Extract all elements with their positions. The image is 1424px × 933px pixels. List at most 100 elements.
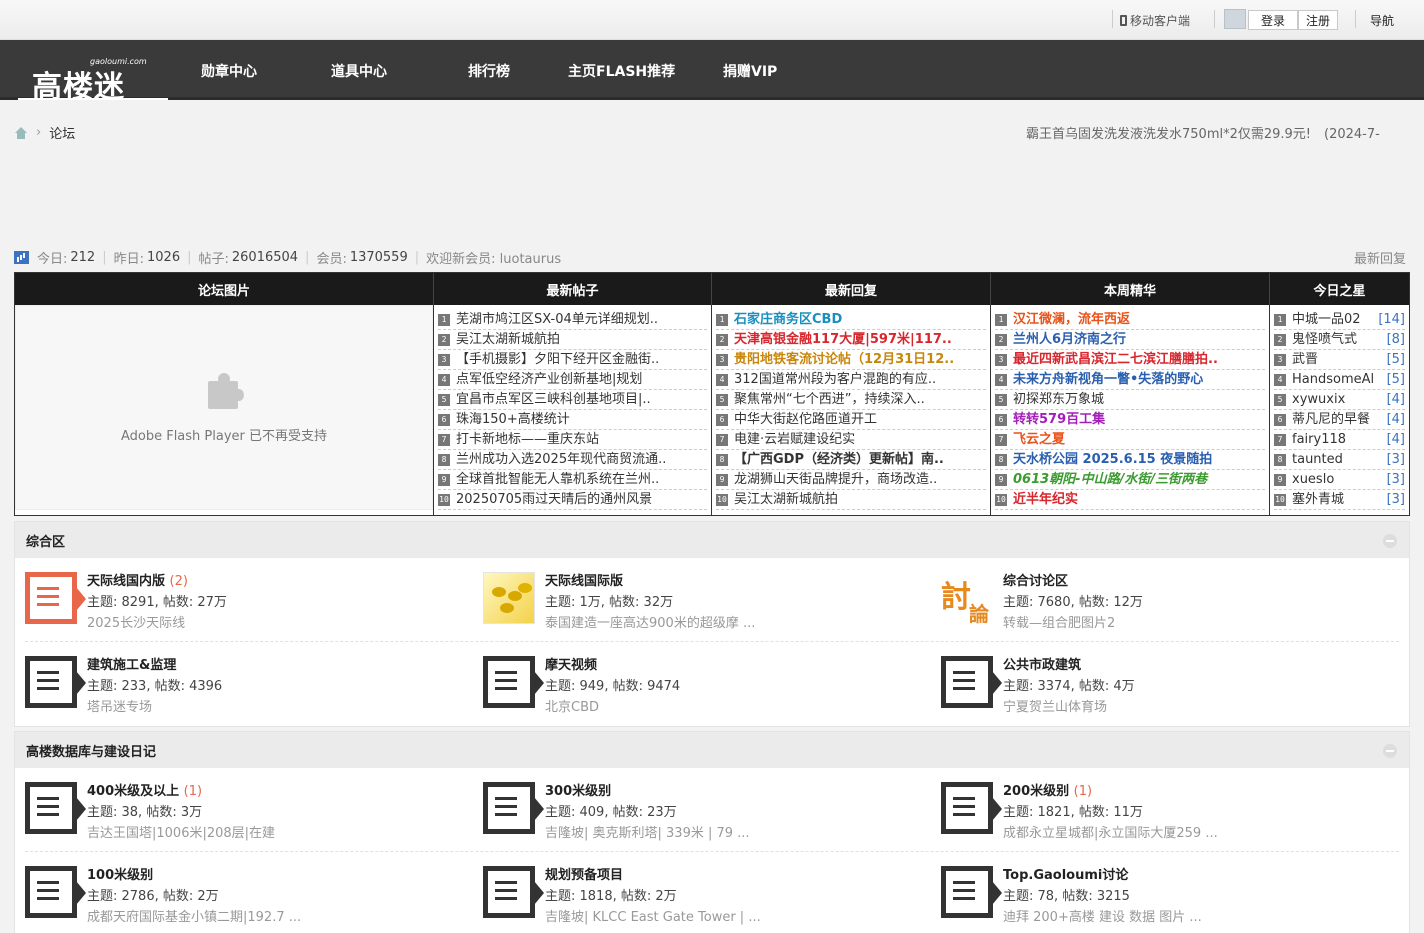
- star-username[interactable]: 武晋: [1292, 350, 1383, 369]
- header-latest-replies[interactable]: 最新回复: [712, 273, 991, 305]
- discussion-icon[interactable]: 討論: [941, 572, 993, 626]
- list-item[interactable]: 8 taunted [3]: [1274, 450, 1405, 470]
- nav-ranking[interactable]: 排行榜: [468, 61, 510, 81]
- forum-name-text[interactable]: 公共市政建筑: [1003, 658, 1081, 673]
- forum-name[interactable]: Top.Gaoloumi讨论: [1003, 866, 1202, 886]
- post-title[interactable]: 打卡新地标——重庆东站: [456, 430, 707, 449]
- list-item[interactable]: 7 电建·云岩赋建设纪实: [716, 430, 986, 450]
- digest-title[interactable]: 近半年纪实: [1013, 490, 1265, 509]
- list-item[interactable]: 4 HandsomeAl [5]: [1274, 370, 1405, 390]
- forum-last-post[interactable]: 转载—组合肥图片2: [1003, 613, 1143, 634]
- post-title[interactable]: 吴江太湖新城航拍: [456, 330, 707, 349]
- forum-last-post[interactable]: 吉隆坡| 奥克斯利塔| 339米 | 79 ...: [545, 823, 750, 844]
- guide-button[interactable]: 导航: [1370, 12, 1394, 29]
- forum-icon[interactable]: [941, 782, 1002, 834]
- forum-last-post[interactable]: 吉达王国塔|1006米|208层|在建: [87, 823, 275, 844]
- post-title[interactable]: 20250705雨过天晴后的通州风景: [456, 490, 707, 509]
- forum-name[interactable]: 天际线国内版 (2): [87, 572, 227, 592]
- list-item[interactable]: 7 打卡新地标——重庆东站: [438, 430, 707, 450]
- post-title[interactable]: 全球首批智能无人靠机系统在兰州..: [456, 470, 707, 489]
- list-item[interactable]: 7 飞云之夏: [995, 430, 1265, 450]
- reply-title[interactable]: 贵阳地铁客流讨论帖（12月31日12..: [734, 350, 986, 369]
- header-forum-images[interactable]: 论坛图片: [15, 273, 434, 305]
- forum-last-post[interactable]: 北京CBD: [545, 697, 680, 718]
- list-item[interactable]: 10 吴江太湖新城航拍: [716, 490, 986, 510]
- reply-title[interactable]: 【广西GDP（经济类）更新帖】南..: [734, 450, 986, 469]
- list-item[interactable]: 9 龙湖狮山天街品牌提升，商场改造..: [716, 470, 986, 490]
- star-username[interactable]: 塞外青城: [1292, 490, 1383, 509]
- forum-name-text[interactable]: 200米级别: [1003, 784, 1069, 799]
- forum-last-post[interactable]: 宁夏贺兰山体育场: [1003, 697, 1135, 718]
- forum-name-text[interactable]: 天际线国内版: [87, 574, 165, 589]
- reply-title[interactable]: 天津高银金融117大厦|597米|117..: [734, 330, 986, 349]
- star-username[interactable]: xywuxix: [1292, 390, 1383, 409]
- group-header[interactable]: 综合区: [15, 522, 1409, 558]
- list-item[interactable]: 6 中华大街赵佗路匝道开工: [716, 410, 986, 430]
- forum-icon[interactable]: [25, 656, 86, 708]
- list-item[interactable]: 3 贵阳地铁客流讨论帖（12月31日12..: [716, 350, 986, 370]
- forum-icon[interactable]: [483, 782, 544, 834]
- list-item[interactable]: 4 312国道常州段为客户混跑的有应..: [716, 370, 986, 390]
- post-title[interactable]: 【手机摄影】夕阳下经开区金融街..: [456, 350, 707, 369]
- forum-name-text[interactable]: 100米级别: [87, 868, 153, 883]
- forum-name-text[interactable]: 建筑施工&监理: [87, 658, 176, 673]
- digest-title[interactable]: 转转579百工集: [1013, 410, 1265, 429]
- forum-name-text[interactable]: 300米级别: [545, 784, 611, 799]
- list-item[interactable]: 6 蒂凡尼的早餐 [4]: [1274, 410, 1405, 430]
- nav-flash-recommend[interactable]: 主页FLASH推荐: [568, 61, 675, 81]
- list-item[interactable]: 2 鬼怪喷气式 [8]: [1274, 330, 1405, 350]
- reply-title[interactable]: 312国道常州段为客户混跑的有应..: [734, 370, 986, 389]
- digest-title[interactable]: 最近四新武昌滨江二七滨江膳膳拍..: [1013, 350, 1265, 369]
- star-username[interactable]: taunted: [1292, 450, 1383, 469]
- forum-name[interactable]: 300米级别: [545, 782, 750, 802]
- forum-name-text[interactable]: 规划预备项目: [545, 868, 623, 883]
- forum-name[interactable]: 100米级别: [87, 866, 301, 886]
- list-item[interactable]: 10 近半年纪实: [995, 490, 1265, 510]
- forum-new-icon[interactable]: [25, 572, 86, 624]
- forum-last-post[interactable]: 2025长沙天际线: [87, 613, 227, 634]
- star-username[interactable]: HandsomeAl: [1292, 370, 1383, 389]
- list-item[interactable]: 5 xywuxix [4]: [1274, 390, 1405, 410]
- digest-title[interactable]: 兰州人6月济南之行: [1013, 330, 1265, 349]
- forum-name[interactable]: 公共市政建筑: [1003, 656, 1135, 676]
- post-title[interactable]: 宜昌市点军区三峡科创基地项目|..: [456, 390, 707, 409]
- list-item[interactable]: 8 【广西GDP（经济类）更新帖】南..: [716, 450, 986, 470]
- star-username[interactable]: 中城一品02: [1292, 310, 1374, 329]
- list-item[interactable]: 3 【手机摄影】夕阳下经开区金融街..: [438, 350, 707, 370]
- digest-title[interactable]: 天水桥公园 2025.6.15 夜景随拍: [1013, 450, 1265, 469]
- digest-title[interactable]: 0613朝阳-中山路/水街/三街两巷: [1013, 470, 1265, 489]
- reply-title[interactable]: 石家庄商务区CBD: [734, 310, 986, 329]
- list-item[interactable]: 1 中城一品02 [14]: [1274, 310, 1405, 330]
- forum-last-post[interactable]: 迪拜 200+高楼 建设 数据 图片 ...: [1003, 907, 1202, 928]
- avatar[interactable]: [1224, 9, 1246, 29]
- forum-last-post[interactable]: 塔吊迷专场: [87, 697, 222, 718]
- group-header[interactable]: 高楼数据库与建设日记: [15, 732, 1409, 768]
- list-item[interactable]: 1 芜湖市鸠江区SX-04单元详细规划..: [438, 310, 707, 330]
- forum-name[interactable]: 建筑施工&监理: [87, 656, 222, 676]
- list-item[interactable]: 1 石家庄商务区CBD: [716, 310, 986, 330]
- world-map-icon[interactable]: [483, 572, 535, 624]
- breadcrumb-current[interactable]: 论坛: [49, 123, 75, 142]
- forum-icon[interactable]: [25, 866, 86, 918]
- list-item[interactable]: 1 汉江微澜，流年西返: [995, 310, 1265, 330]
- list-item[interactable]: 2 天津高银金融117大厦|597米|117..: [716, 330, 986, 350]
- digest-title[interactable]: 汉江微澜，流年西返: [1013, 310, 1265, 329]
- reply-title[interactable]: 吴江太湖新城航拍: [734, 490, 986, 509]
- header-today-stars[interactable]: 今日之星: [1270, 273, 1409, 305]
- digest-title[interactable]: 初探郑东万象城: [1013, 390, 1265, 409]
- forum-icon[interactable]: [941, 656, 1002, 708]
- forum-name-text[interactable]: Top.Gaoloumi讨论: [1003, 868, 1128, 883]
- announcement[interactable]: 霸王首乌固发洗发液洗发水750ml*2仅需29.9元! (2024-7-: [1026, 123, 1410, 142]
- forum-name-text[interactable]: 综合讨论区: [1003, 574, 1068, 589]
- post-title[interactable]: 点军低空经济产业创新基地|规划: [456, 370, 707, 389]
- digest-title[interactable]: 飞云之夏: [1013, 430, 1265, 449]
- forum-icon[interactable]: [25, 782, 86, 834]
- nav-tool-center[interactable]: 道具中心: [331, 61, 387, 81]
- star-username[interactable]: 蒂凡尼的早餐: [1292, 410, 1383, 429]
- site-logo[interactable]: gaoloumi.com 高楼迷: [18, 40, 168, 105]
- reply-title[interactable]: 电建·云岩赋建设纪实: [734, 430, 986, 449]
- forum-last-post[interactable]: 吉隆坡| KLCC East Gate Tower | ...: [545, 907, 761, 928]
- post-title[interactable]: 珠海150+高楼统计: [456, 410, 707, 429]
- forum-name[interactable]: 规划预备项目: [545, 866, 761, 886]
- forum-name[interactable]: 综合讨论区: [1003, 572, 1143, 592]
